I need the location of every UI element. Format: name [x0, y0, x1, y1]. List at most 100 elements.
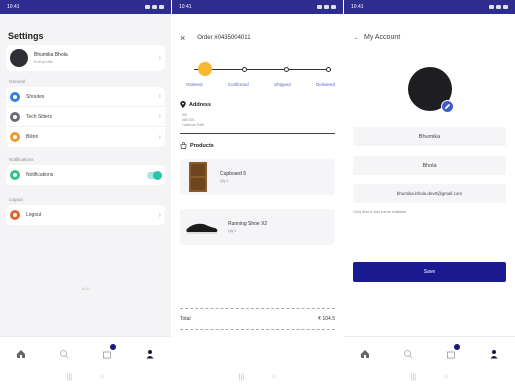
nav-profile[interactable] — [482, 342, 506, 366]
section-label-notifications: Notifications — [9, 157, 34, 162]
nav-cart[interactable] — [95, 342, 119, 366]
menu-item-label: Tech Sitters — [26, 113, 53, 120]
product-name: Cupboard 5 — [220, 171, 247, 177]
nav-profile[interactable] — [138, 342, 162, 366]
product-row[interactable]: Running Shoe X2 Qty 1 — [180, 207, 335, 247]
home-icon — [361, 349, 370, 358]
nav-cart[interactable] — [439, 342, 463, 366]
divider — [180, 308, 335, 309]
home-button-icon[interactable]: ○ — [100, 374, 104, 381]
cart-icon — [446, 351, 455, 358]
first-name-field[interactable] — [353, 127, 506, 146]
status-bar: 10:41 — [344, 0, 515, 14]
product-image-shoe — [184, 210, 220, 244]
search-icon — [404, 349, 413, 358]
status-time: 10:41 — [7, 4, 20, 10]
save-button[interactable]: Save — [353, 262, 506, 282]
status-bar: 10:41 — [172, 0, 343, 14]
nav-home[interactable] — [9, 342, 33, 366]
email-field[interactable] — [353, 184, 506, 203]
account-header: ← My Account — [344, 14, 515, 41]
step-label: Delivered — [315, 82, 335, 87]
status-time: 10:41 — [179, 4, 192, 10]
nav-home[interactable] — [353, 342, 377, 366]
avatar[interactable] — [408, 67, 454, 113]
chevron-right-icon: › — [158, 211, 161, 219]
location-pin-icon — [180, 101, 186, 108]
bottom-nav — [0, 336, 171, 370]
profile-name: Bhumika Bhola — [34, 52, 68, 58]
status-icons — [317, 5, 336, 9]
home-button-icon[interactable]: ○ — [272, 374, 276, 381]
menu-item-label: Notifications — [26, 172, 54, 178]
status-bar: 10:41 — [0, 0, 171, 14]
profile-icon — [490, 349, 498, 358]
product-name: Running Shoe X2 — [228, 221, 268, 227]
chevron-right-icon: › — [158, 133, 161, 141]
logout-menu: Logout › — [6, 205, 165, 225]
home-button-icon[interactable]: ○ — [444, 374, 448, 381]
account-screen: 10:41 ← My Account Only first & last nam… — [344, 0, 515, 385]
menu-item-label: Shoutes — [26, 93, 45, 100]
tech-sitters-icon — [10, 111, 20, 122]
logout-icon — [10, 210, 20, 220]
address-block: Vill 485 001 Lucknow Patti — [172, 110, 343, 128]
step-marker-delivered — [326, 67, 331, 72]
product-image-cupboard — [184, 160, 212, 194]
close-icon[interactable]: × — [180, 33, 185, 43]
menu-item-shoutes[interactable]: Shoutes › — [6, 87, 165, 107]
status-time: 10:41 — [351, 4, 364, 10]
avatar — [10, 49, 28, 67]
app-version: - v1.0 - — [79, 286, 92, 291]
step-label: Shipped — [274, 82, 291, 87]
notifications-menu: Notifications — [6, 165, 165, 185]
profile-card[interactable]: Bhumika Bhola Edit profile › — [6, 45, 165, 71]
step-marker-shipped — [284, 67, 289, 72]
shoutes-icon — [10, 91, 20, 102]
product-row[interactable]: Cupboard 5 Qty 1 — [180, 157, 335, 197]
notifications-toggle[interactable] — [147, 170, 162, 180]
menu-item-billing[interactable]: Bilinn › — [6, 127, 165, 147]
address-line: Lucknow Patti — [182, 123, 204, 127]
menu-item-logout[interactable]: Logout › — [6, 205, 165, 225]
cart-badge — [109, 343, 116, 350]
recents-icon[interactable]: ||| — [67, 374, 72, 381]
total-label: Total — [180, 316, 191, 322]
step-label: Ordered — [186, 82, 203, 87]
stepper-line — [194, 69, 329, 70]
product-qty: Qty 1 — [220, 179, 229, 183]
order-total-row: Total ₹ 104.5 — [180, 316, 335, 322]
edit-photo-icon[interactable] — [441, 100, 454, 113]
menu-item-tech-sitters[interactable]: Tech Sitters › — [6, 107, 165, 127]
system-nav: ||| ○ — [344, 370, 515, 385]
nav-search[interactable] — [396, 342, 420, 366]
profile-subtitle: Edit profile — [34, 59, 53, 64]
product-card: Running Shoe X2 Qty 1 — [180, 209, 335, 245]
chevron-right-icon: › — [158, 54, 161, 62]
bell-icon — [10, 170, 20, 180]
cart-badge — [453, 343, 460, 350]
back-arrow-icon[interactable]: ← — [354, 35, 360, 41]
profile-icon — [146, 349, 154, 358]
menu-item-label: Logout — [26, 212, 42, 218]
step-marker-ordered — [198, 62, 212, 76]
product-qty: Qty 1 — [228, 229, 237, 233]
helper-text: Only first & last name editable — [353, 209, 407, 214]
home-icon — [17, 349, 26, 358]
recents-icon[interactable]: ||| — [239, 374, 244, 381]
order-stepper — [180, 60, 335, 80]
nav-search[interactable] — [52, 342, 76, 366]
menu-item-notifications: Notifications — [6, 165, 165, 185]
section-label-general: General — [9, 79, 26, 84]
step-labels: Ordered Confirmed Shipped Delivered — [172, 80, 343, 87]
last-name-field[interactable] — [353, 156, 506, 175]
step-label: Confirmed — [227, 82, 249, 87]
status-icons — [489, 5, 508, 9]
address-heading-label: Address — [189, 101, 212, 108]
recents-icon[interactable]: ||| — [411, 374, 416, 381]
menu-item-label: Bilinn — [26, 134, 39, 140]
chevron-right-icon: › — [158, 93, 161, 100]
bag-icon — [180, 142, 187, 149]
product-card: Cupboard 5 Qty 1 — [180, 159, 335, 195]
system-nav: ||| ○ — [0, 370, 171, 385]
